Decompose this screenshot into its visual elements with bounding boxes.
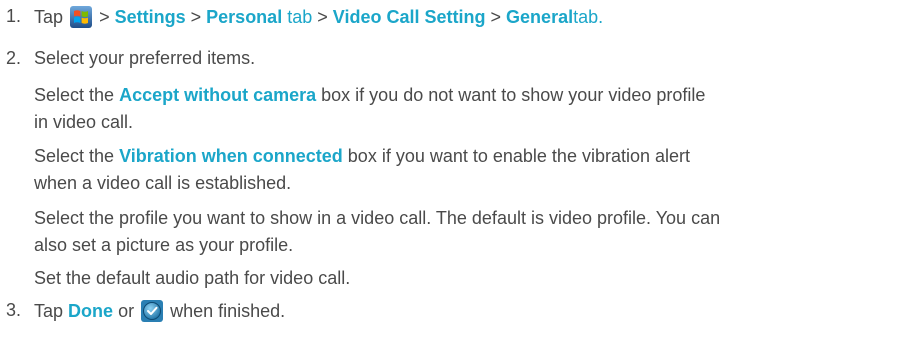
step-1-text: Tap > Settings > Personal tab > Video Ca… <box>34 6 603 28</box>
sub-item-profile: Select the profile you want to show in a… <box>34 208 721 255</box>
accept-without-camera-keyword: Accept without camera <box>119 85 317 105</box>
done-keyword: Done <box>68 301 114 321</box>
video-call-setting-keyword: Video Call Setting <box>332 7 486 27</box>
step-number: 2. <box>6 48 22 68</box>
breadcrumb-separator: > <box>317 7 328 27</box>
sub-item-audio-path: Set the default audio path for video cal… <box>34 268 351 288</box>
tap-text: Tap <box>34 301 64 321</box>
vibration-when-connected-keyword: Vibration when connected <box>119 146 343 166</box>
instruction-list: 1. Tap > Settings > Personal tab > Video… <box>0 0 897 338</box>
windows-start-icon <box>70 6 93 28</box>
tap-text: Tap <box>34 7 64 27</box>
step-3: 3. Tap Done or when finished. <box>0 300 890 326</box>
tab-word: tab <box>287 7 313 27</box>
or-text: or <box>118 301 135 321</box>
general-keyword: General <box>506 7 574 27</box>
sub-text: Select the <box>34 85 115 105</box>
breadcrumb-separator: > <box>490 7 502 27</box>
tab-word: tab. <box>573 7 604 27</box>
step-2-text: Select your preferred items. <box>34 48 256 68</box>
settings-keyword: Settings <box>114 7 186 27</box>
ok-button-icon <box>141 300 164 322</box>
sub-item-vibration-when-connected: Select the Vibration when connected box … <box>34 143 724 197</box>
step-number: 1. <box>6 6 22 26</box>
step-3-text: Tap Done or when finished. <box>34 300 285 322</box>
step-2: 2. Select your preferred items. <box>0 48 890 74</box>
breadcrumb-separator: > <box>190 7 202 27</box>
personal-keyword: Personal <box>206 7 283 27</box>
sub-text: Select the <box>34 146 115 166</box>
breadcrumb-separator: > <box>99 7 110 27</box>
sub-item-accept-without-camera: Select the Accept without camera box if … <box>34 82 724 136</box>
step-1: 1. Tap > Settings > Personal tab > Video… <box>0 6 890 32</box>
finished-text: when finished. <box>170 301 286 321</box>
step-number: 3. <box>6 300 22 320</box>
